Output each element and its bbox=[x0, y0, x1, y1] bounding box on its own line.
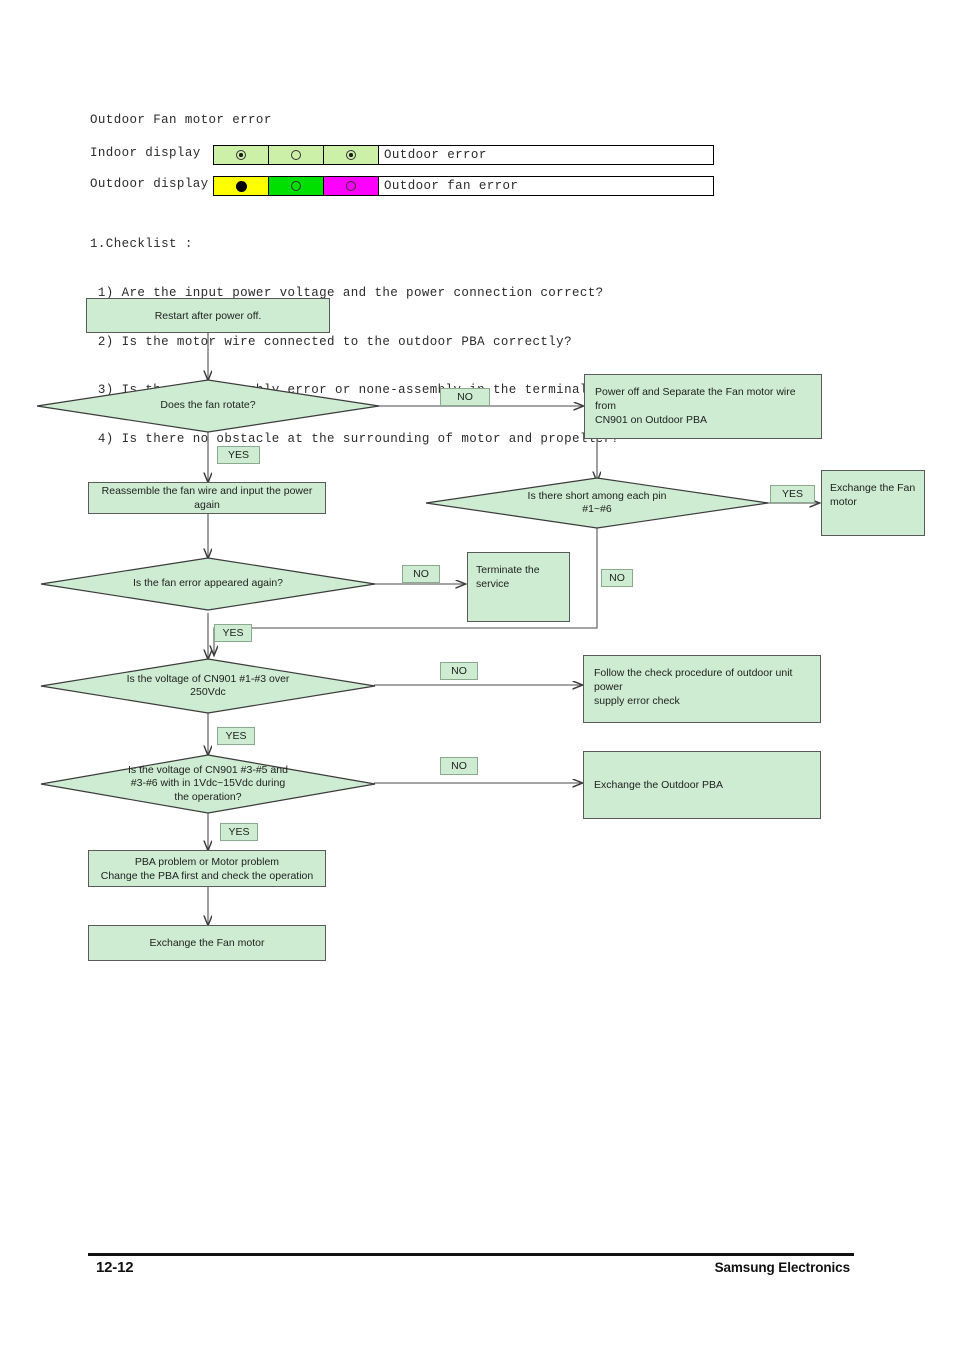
flow-node-terminate-service-line2: service bbox=[476, 578, 510, 590]
edge-label-v13-no: NO bbox=[440, 662, 478, 680]
flow-node-terminate-service-line1: Terminate the bbox=[476, 564, 540, 576]
filled-disc-icon bbox=[235, 180, 247, 192]
outdoor-lamp-2 bbox=[269, 177, 324, 195]
ring-icon bbox=[346, 181, 356, 191]
flow-node-exchange-outdoor-pba[interactable]: Exchange the Outdoor PBA bbox=[583, 751, 821, 819]
edge-label-short-no: NO bbox=[601, 569, 633, 587]
page-number: 12-12 bbox=[96, 1259, 134, 1276]
edge-label-rotate-yes: YES bbox=[217, 446, 260, 464]
outdoor-lamp-3 bbox=[324, 177, 379, 195]
indoor-display-strip: Outdoor error bbox=[213, 145, 714, 165]
flow-node-exchange-fan-motor-right-line1: Exchange the Fan bbox=[830, 482, 916, 494]
outdoor-display-label: Outdoor display bbox=[90, 177, 209, 191]
footer-divider bbox=[88, 1253, 854, 1256]
indoor-display-label: Indoor display bbox=[90, 146, 201, 160]
ring-dot-icon bbox=[346, 150, 356, 160]
flow-decision-voltage-1-3[interactable]: Is the voltage of CN901 #1-#3 over 250Vd… bbox=[40, 658, 376, 714]
edge-label-error-again-no: NO bbox=[402, 565, 440, 583]
edge-label-v35-yes: YES bbox=[220, 823, 258, 841]
edge-label-error-again-yes: YES bbox=[214, 624, 252, 642]
flow-node-exchange-fan-motor-right[interactable]: Exchange the Fan motor bbox=[821, 470, 925, 536]
flow-node-reassemble[interactable]: Reassemble the fan wire and input the po… bbox=[88, 482, 326, 514]
flow-decision-short-pins-line2: #1~#6 bbox=[582, 503, 612, 515]
indoor-lamp-3 bbox=[324, 146, 379, 164]
flow-decision-short-pins-label: Is there short among each pin #1~#6 bbox=[528, 490, 667, 517]
flow-decision-voltage-3-5-line1: Is the voltage of CN901 #3-#5 and bbox=[128, 763, 288, 776]
flow-node-pba-or-motor-line2: Change the PBA first and check the opera… bbox=[100, 869, 314, 882]
footer-brand: Samsung Electronics bbox=[714, 1260, 851, 1275]
page-title: Outdoor Fan motor error bbox=[90, 113, 272, 127]
outdoor-display-strip: Outdoor fan error bbox=[213, 176, 714, 196]
ring-icon bbox=[291, 150, 301, 160]
flow-node-exchange-fan-motor-bottom[interactable]: Exchange the Fan motor bbox=[88, 925, 326, 961]
indoor-lamp-2 bbox=[269, 146, 324, 164]
flow-node-follow-power-check[interactable]: Follow the check procedure of outdoor un… bbox=[583, 655, 821, 723]
flow-decision-voltage-3-5-line2: #3-#6 with in 1Vdc~15Vdc during bbox=[130, 777, 286, 790]
outdoor-lamp-1 bbox=[214, 177, 269, 195]
flow-decision-fan-error-again[interactable]: Is the fan error appeared again? bbox=[40, 557, 376, 611]
flow-decision-fan-rotate-label: Does the fan rotate? bbox=[160, 399, 256, 412]
ring-icon bbox=[291, 181, 301, 191]
flow-node-reassemble-label: Reassemble the fan wire and input the po… bbox=[101, 485, 313, 511]
flow-node-follow-power-check-line1: Follow the check procedure of outdoor un… bbox=[594, 667, 793, 693]
edge-label-v35-no: NO bbox=[440, 757, 478, 775]
flow-node-terminate-service[interactable]: Terminate the service bbox=[467, 552, 570, 622]
flow-decision-voltage-1-3-label: Is the voltage of CN901 #1-#3 over 250Vd… bbox=[127, 673, 290, 700]
checklist-item-2: 2) Is the motor wire connected to the ou… bbox=[90, 334, 572, 349]
flow-node-pba-or-motor[interactable]: PBA problem or Motor problem Change the … bbox=[88, 850, 326, 887]
edge-label-short-yes: YES bbox=[770, 485, 815, 503]
flow-decision-voltage-3-5-label: Is the voltage of CN901 #3-#5 and #3-#6 … bbox=[128, 764, 288, 805]
edge-label-v13-yes: YES bbox=[217, 727, 255, 745]
edge-label-rotate-no: NO bbox=[440, 388, 490, 406]
flow-decision-short-pins-line1: Is there short among each pin bbox=[527, 489, 667, 502]
flow-node-exchange-fan-motor-bottom-label: Exchange the Fan motor bbox=[149, 937, 265, 949]
flow-decision-short-pins[interactable]: Is there short among each pin #1~#6 bbox=[425, 477, 769, 529]
indoor-display-row: Indoor display Outdoor error bbox=[90, 145, 714, 165]
flow-node-restart[interactable]: Restart after power off. bbox=[86, 298, 330, 333]
flow-node-pba-or-motor-line1: PBA problem or Motor problem bbox=[134, 855, 280, 868]
flow-node-power-off-separate-line1: Power off and Separate the Fan motor wir… bbox=[595, 386, 796, 412]
flow-decision-voltage-1-3-line1: Is the voltage of CN901 #1-#3 over bbox=[126, 672, 290, 685]
checklist-heading: 1.Checklist : bbox=[90, 237, 193, 252]
indoor-lamp-1 bbox=[214, 146, 269, 164]
flow-decision-voltage-3-5-line3: the operation? bbox=[174, 790, 242, 803]
flow-node-exchange-outdoor-pba-label: Exchange the Outdoor PBA bbox=[594, 779, 723, 791]
outdoor-display-message: Outdoor fan error bbox=[384, 179, 519, 193]
flow-node-restart-label: Restart after power off. bbox=[154, 309, 262, 322]
flow-node-power-off-separate[interactable]: Power off and Separate the Fan motor wir… bbox=[584, 374, 822, 439]
flow-decision-fan-error-again-label: Is the fan error appeared again? bbox=[132, 577, 284, 590]
flow-node-follow-power-check-line2: supply error check bbox=[594, 695, 680, 707]
flow-decision-fan-rotate[interactable]: Does the fan rotate? bbox=[36, 379, 380, 433]
ring-dot-icon bbox=[236, 150, 246, 160]
flow-decision-voltage-3-5[interactable]: Is the voltage of CN901 #3-#5 and #3-#6 … bbox=[40, 754, 376, 814]
indoor-display-message: Outdoor error bbox=[384, 148, 487, 162]
flow-node-power-off-separate-line2: CN901 on Outdoor PBA bbox=[595, 414, 708, 426]
flow-node-exchange-fan-motor-right-line2: motor bbox=[830, 496, 857, 508]
flow-decision-voltage-1-3-line2: 250Vdc bbox=[190, 686, 226, 698]
outdoor-display-row: Outdoor display Outdoor fan error bbox=[90, 176, 714, 196]
